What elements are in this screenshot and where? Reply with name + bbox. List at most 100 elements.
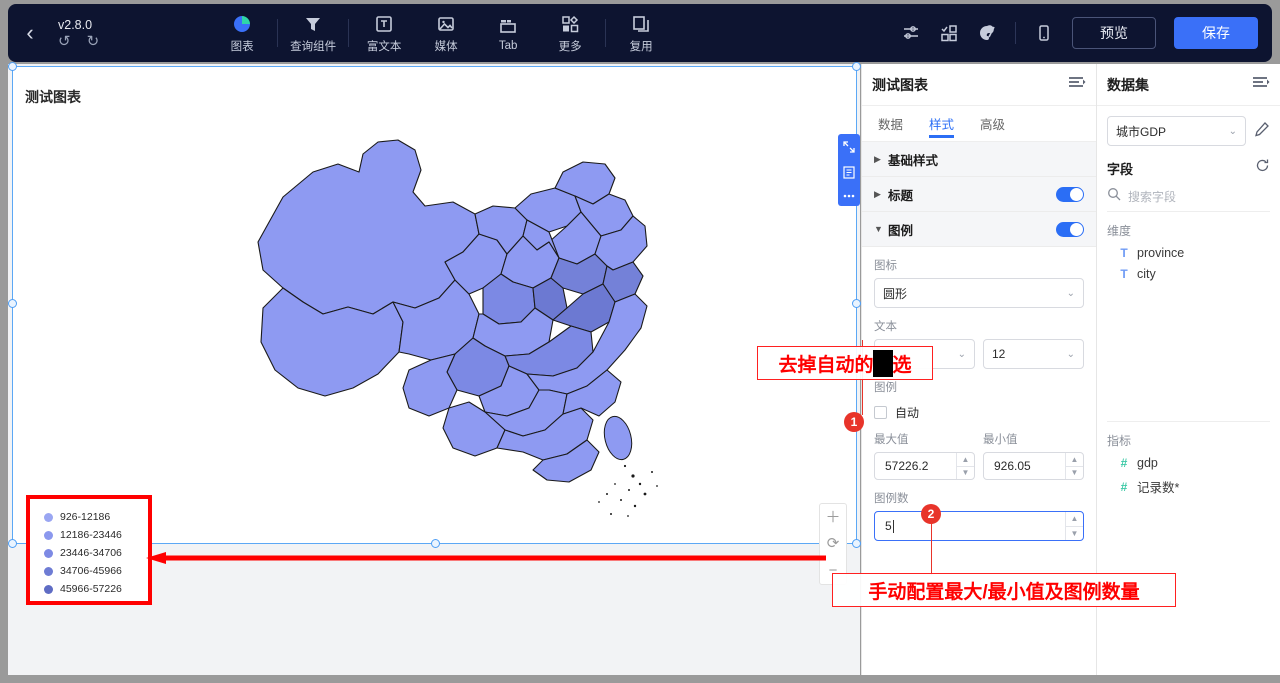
- style-panel-header: 测试图表: [862, 64, 1096, 106]
- legend-item[interactable]: 34706-45966: [44, 562, 148, 580]
- expand-icon[interactable]: [843, 141, 855, 153]
- resize-handle-tl[interactable]: [8, 62, 17, 71]
- resize-handle-br[interactable]: [852, 539, 861, 548]
- max-value-stepper[interactable]: ▲ ▼: [956, 453, 974, 479]
- pencil-edit-icon[interactable]: [1254, 121, 1270, 142]
- max-value-input[interactable]: 57226.2 ▲ ▼: [874, 452, 975, 480]
- font-size-select[interactable]: 12 ⌄: [983, 339, 1084, 369]
- zoom-in-icon[interactable]: ＋: [825, 510, 840, 525]
- legend-item-label: 23446-34706: [60, 547, 122, 559]
- tool-media[interactable]: 媒体: [415, 12, 477, 54]
- legend-count-stepper[interactable]: ▲ ▼: [1065, 512, 1083, 540]
- back-button[interactable]: ‹: [8, 4, 52, 62]
- style-panel-title: 测试图表: [872, 76, 928, 93]
- section-legend-toggle[interactable]: [1056, 221, 1084, 237]
- legend-item-label: 45966-57226: [60, 583, 122, 595]
- palette-icon[interactable]: [977, 23, 997, 43]
- divider: [605, 19, 607, 47]
- legend-item[interactable]: 12186-23446: [44, 526, 148, 544]
- metric-field-record-count[interactable]: # 记录数*: [1097, 470, 1280, 496]
- dimension-field-province[interactable]: T province: [1097, 239, 1280, 260]
- tool-more-label: 更多: [558, 41, 582, 53]
- legend-count-value: 5: [885, 519, 892, 533]
- metric-field-gdp[interactable]: # gdp: [1097, 449, 1280, 470]
- tab-style[interactable]: 样式: [929, 106, 955, 142]
- widget-title: 测试图表: [25, 89, 81, 105]
- legend-item[interactable]: 45966-57226: [44, 580, 148, 598]
- annotation-badge-one-text: 1: [850, 415, 858, 429]
- legend-item[interactable]: 926-12186: [44, 508, 148, 526]
- layout-grid-icon[interactable]: [939, 23, 959, 43]
- filter-icon: [303, 12, 323, 34]
- preview-button[interactable]: 预览: [1072, 17, 1156, 49]
- legend-item-label: 34706-45966: [60, 565, 122, 577]
- save-button[interactable]: 保存: [1174, 17, 1258, 49]
- stepper-up-icon: ▲: [1066, 453, 1083, 467]
- section-title[interactable]: ▶ 标题: [862, 177, 1096, 212]
- mobile-preview-icon[interactable]: [1034, 23, 1054, 43]
- legend-color-swatch: [44, 584, 53, 594]
- section-legend-label: 图例: [888, 223, 914, 238]
- legend-count-input[interactable]: 5 ▲ ▼: [874, 511, 1084, 541]
- field-search-placeholder: 搜索字段: [1128, 190, 1177, 204]
- legend-item-label: 926-12186: [60, 511, 111, 523]
- tool-richtext[interactable]: 富文本: [353, 12, 415, 54]
- dataset-select[interactable]: 城市GDP ⌄: [1107, 116, 1246, 146]
- map-legend: 926-12186 12186-23446 23446-34706 34706-…: [26, 495, 152, 605]
- fields-header-row: 字段: [1097, 146, 1280, 178]
- tab-icon: [498, 14, 518, 36]
- refresh-icon[interactable]: [1255, 158, 1270, 178]
- section-title-label: 标题: [888, 188, 914, 203]
- dimension-field-label: province: [1137, 246, 1185, 260]
- tool-more[interactable]: 更多: [539, 12, 601, 54]
- text-type-icon: T: [1120, 246, 1128, 260]
- section-basic-style-label: 基础样式: [888, 153, 939, 168]
- china-map[interactable]: [163, 102, 723, 522]
- resize-handle-mr[interactable]: [852, 299, 861, 308]
- canvas-area[interactable]: 测试图表 926-12186 12186-23446 23446-34706 3…: [8, 62, 861, 675]
- undo-icon[interactable]: ↺: [58, 34, 71, 49]
- legend-icon-select[interactable]: 圆形 ⌄: [874, 278, 1084, 308]
- chart-widget[interactable]: 测试图表 926-12186 12186-23446 23446-34706 3…: [8, 62, 861, 605]
- legend-color-swatch: [44, 548, 53, 558]
- resize-handle-bm[interactable]: [431, 539, 440, 548]
- annotation-note-bottom: 手动配置最大/最小值及图例数量: [832, 573, 1176, 607]
- redo-icon[interactable]: ↻: [87, 34, 100, 49]
- document-icon[interactable]: [843, 166, 855, 180]
- min-value-stepper[interactable]: ▲ ▼: [1065, 453, 1083, 479]
- legend-item[interactable]: 23446-34706: [44, 544, 148, 562]
- resize-handle-bl[interactable]: [8, 539, 17, 548]
- tool-richtext-label: 富文本: [366, 41, 402, 53]
- auto-checkbox[interactable]: [874, 406, 887, 419]
- legend-icon-label: 图标: [874, 260, 897, 272]
- field-search-box[interactable]: 搜索字段: [1107, 186, 1270, 212]
- section-title-toggle[interactable]: [1056, 186, 1084, 202]
- annotation-arrow-to-legend: [146, 552, 826, 564]
- resize-handle-tr[interactable]: [852, 62, 861, 71]
- ellipsis-icon[interactable]: [842, 193, 856, 199]
- tab-advanced[interactable]: 高级: [980, 106, 1005, 142]
- sliders-icon[interactable]: [901, 23, 921, 43]
- widget-float-toolbar[interactable]: [838, 134, 860, 206]
- section-basic-style[interactable]: ▶ 基础样式: [862, 142, 1096, 177]
- fields-label: 字段: [1107, 161, 1134, 177]
- top-right-tools: 预览 保存: [901, 17, 1272, 49]
- tool-chart[interactable]: 图表: [211, 12, 273, 54]
- resize-handle-ml[interactable]: [8, 299, 17, 308]
- min-value-input[interactable]: 926.05 ▲ ▼: [983, 452, 1084, 480]
- annotation-badge-one: 1: [844, 412, 864, 432]
- search-icon: [1107, 187, 1121, 206]
- section-legend[interactable]: ▼ 图例: [862, 212, 1096, 247]
- annotation-line-two: [931, 520, 932, 575]
- tool-query[interactable]: 查询组件: [282, 12, 344, 54]
- reset-icon[interactable]: ⟳: [827, 536, 840, 551]
- tab-data[interactable]: 数据: [878, 106, 903, 142]
- dimension-field-city[interactable]: T city: [1097, 260, 1280, 281]
- auto-checkbox-row[interactable]: 自动: [862, 400, 1096, 421]
- tool-tab[interactable]: Tab: [477, 14, 539, 52]
- panel-collapse-icon[interactable]: [1068, 75, 1086, 94]
- panel-collapse-icon[interactable]: [1252, 75, 1270, 94]
- legend-color-swatch: [44, 512, 53, 522]
- tool-reuse[interactable]: 复用: [610, 12, 672, 54]
- insert-tools: 图表 查询组件 富文本 媒体 Tab 更多 复用: [211, 12, 672, 54]
